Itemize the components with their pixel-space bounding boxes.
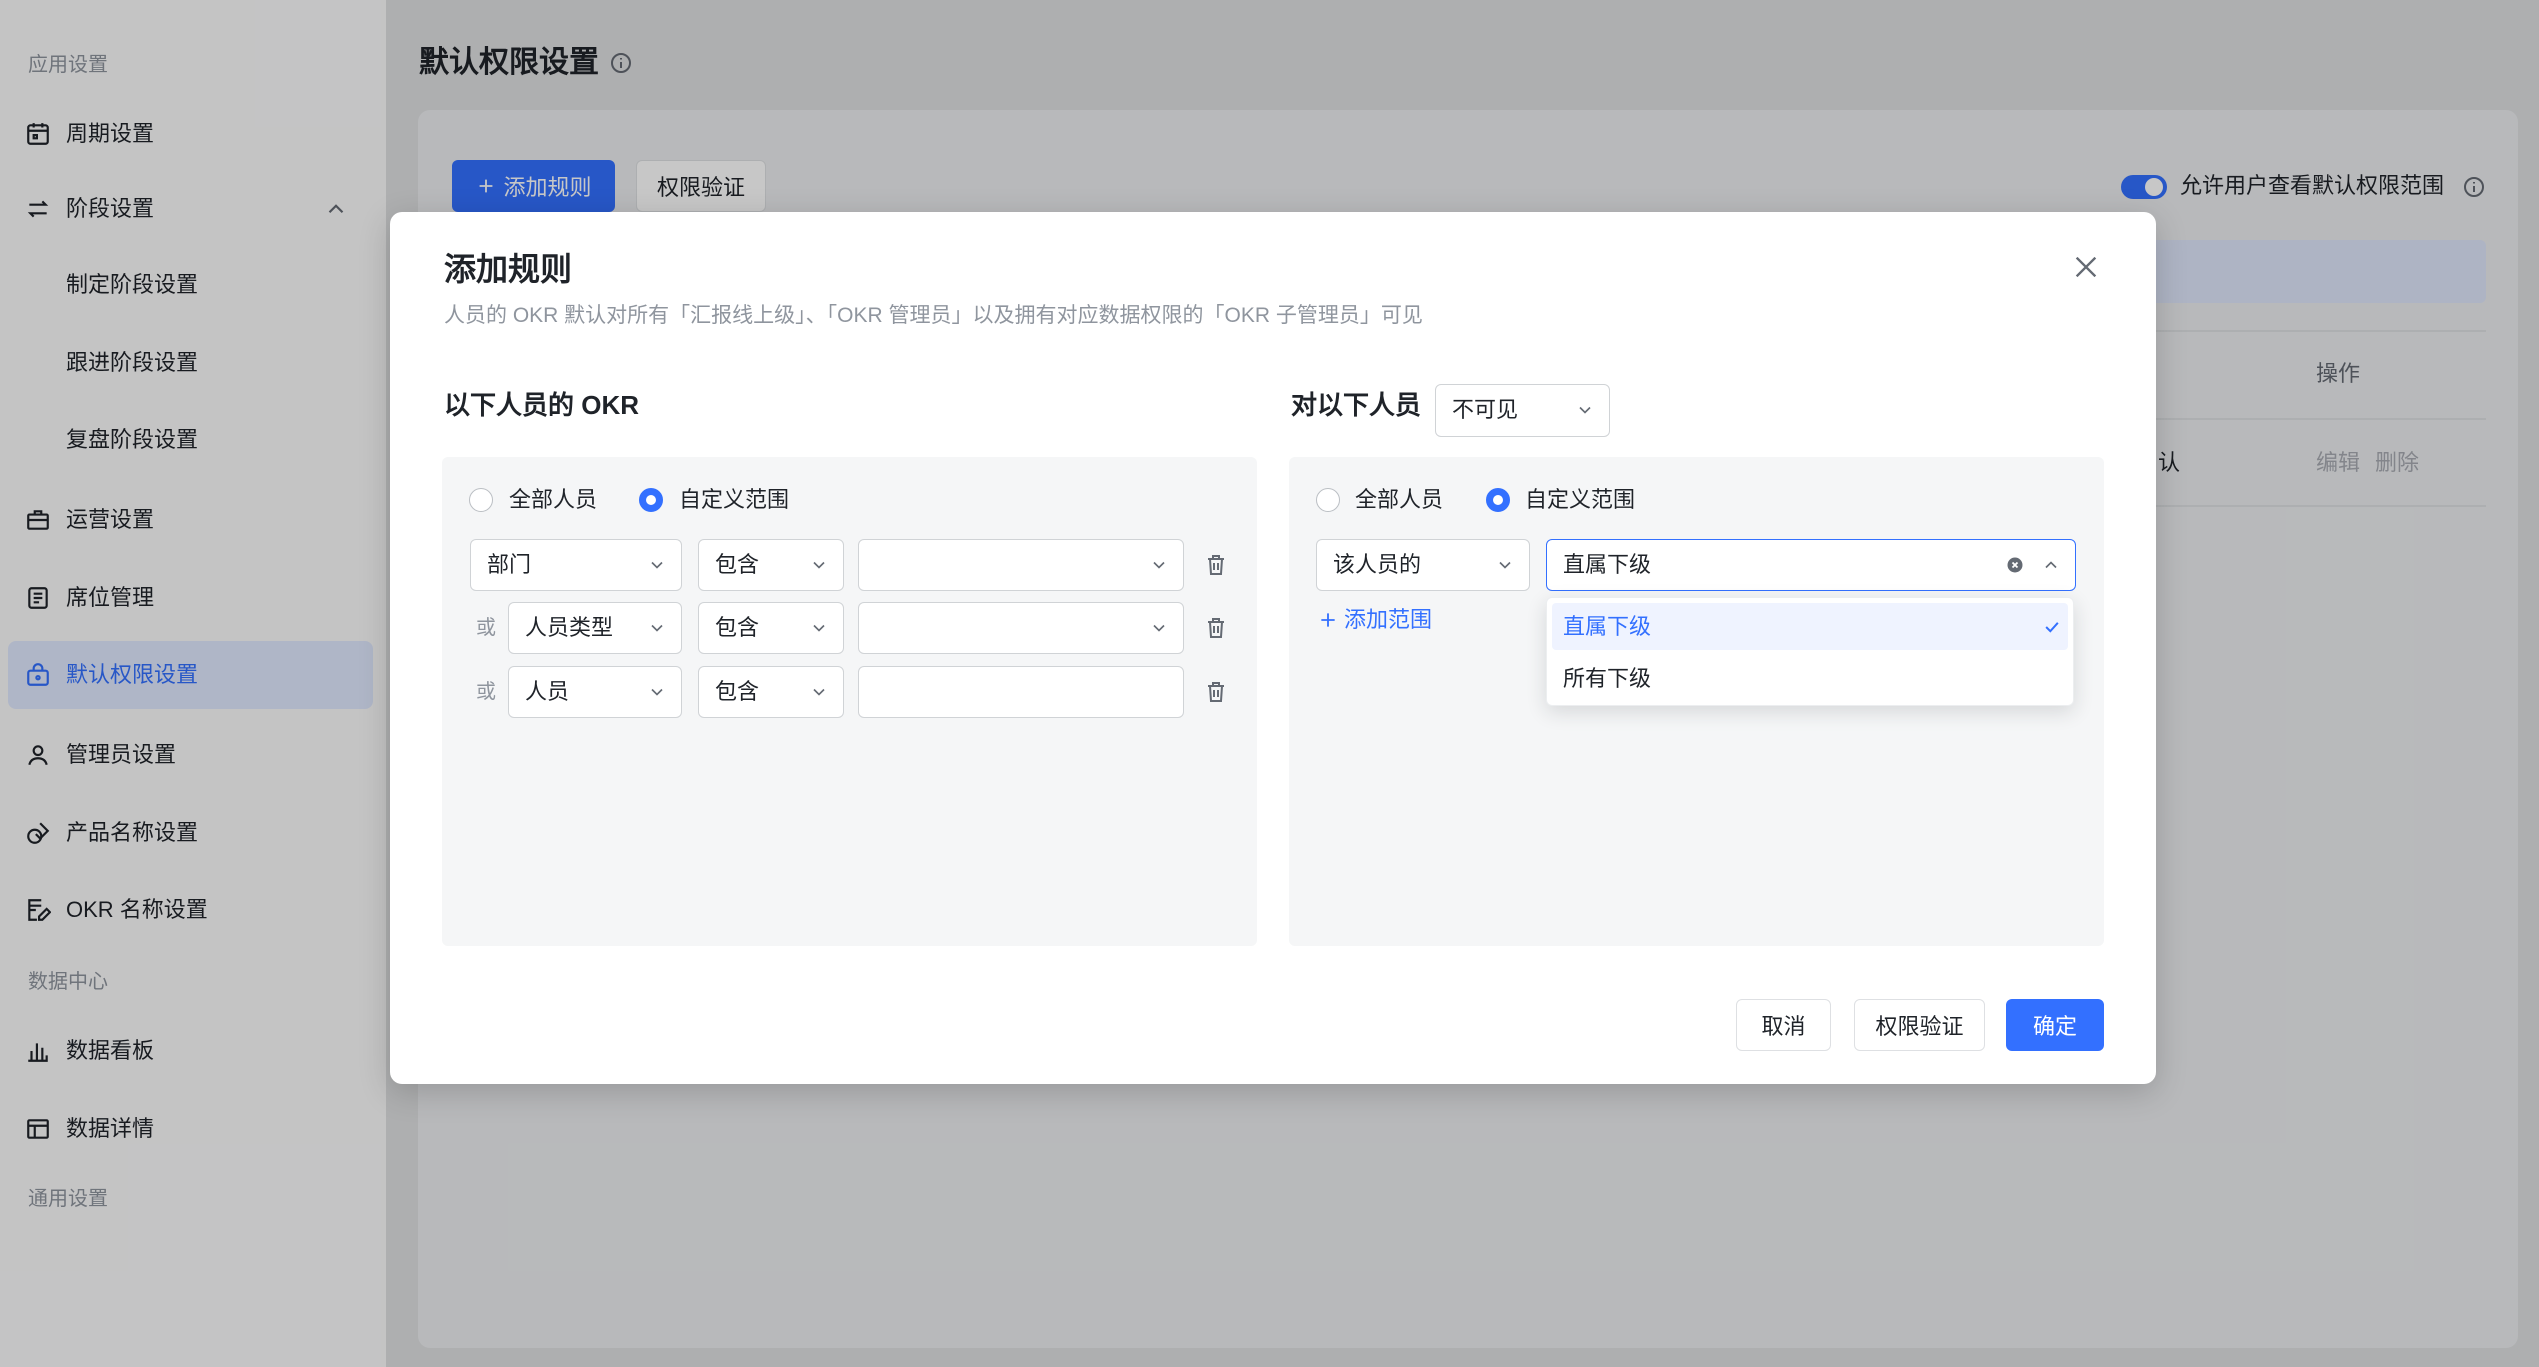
condition-connector: 或 <box>476 681 496 703</box>
chevron-down-icon <box>647 555 667 575</box>
condition-operator-value: 包含 <box>715 679 760 704</box>
chevron-down-icon <box>809 555 829 575</box>
add-scope-link[interactable]: 添加范围 <box>1318 604 1432 636</box>
condition-field-value: 部门 <box>487 552 532 577</box>
scope-value: 直属下级 <box>1563 552 1652 577</box>
dropdown-option-direct-reports[interactable]: 直属下级 <box>1552 603 2068 650</box>
condition-field-select[interactable]: 部门 <box>470 539 682 591</box>
check-icon <box>2042 617 2062 637</box>
close-icon[interactable] <box>2070 251 2102 283</box>
dialog-title: 添加规则 <box>444 251 573 287</box>
condition-operator-value: 包含 <box>715 615 760 640</box>
left-section-heading: 以下人员的 OKR <box>444 390 640 420</box>
chevron-down-icon <box>809 618 829 638</box>
condition-operator-select[interactable]: 包含 <box>698 539 844 591</box>
trash-icon[interactable] <box>1204 616 1228 640</box>
condition-value-select[interactable] <box>858 602 1184 654</box>
dropdown-option-label: 所有下级 <box>1563 666 1652 691</box>
condition-field-value: 人员 <box>525 679 570 704</box>
radio-all-people-label[interactable]: 全部人员 <box>1355 484 1443 516</box>
condition-operator-select[interactable]: 包含 <box>698 602 844 654</box>
dropdown-option-label: 直属下级 <box>1563 614 1652 639</box>
radio-custom-range[interactable] <box>639 488 663 512</box>
condition-field-value: 人员类型 <box>525 615 614 640</box>
scope-field-select[interactable]: 该人员的 <box>1316 539 1530 591</box>
radio-all-people-label[interactable]: 全部人员 <box>509 484 597 516</box>
right-condition-panel: 全部人员 自定义范围 该人员的 直属下级 添加范围 直属下级 所有下级 <box>1289 457 2104 946</box>
chevron-down-icon <box>647 618 667 638</box>
condition-connector: 或 <box>476 617 496 639</box>
chevron-down-icon <box>1149 618 1169 638</box>
add-scope-label: 添加范围 <box>1344 607 1433 632</box>
radio-all-people[interactable] <box>469 488 493 512</box>
chevron-down-icon <box>1575 400 1595 420</box>
chevron-down-icon <box>647 682 667 702</box>
left-condition-panel: 全部人员 自定义范围 部门 包含 或 人员类型 包含 或 人员 包含 <box>442 457 1257 946</box>
radio-custom-range-label[interactable]: 自定义范围 <box>1525 484 1635 516</box>
visibility-value: 不可见 <box>1452 397 1519 422</box>
dropdown-option-all-reports[interactable]: 所有下级 <box>1552 655 2068 702</box>
verify-permission-button[interactable]: 权限验证 <box>1854 999 1985 1051</box>
condition-operator-select[interactable]: 包含 <box>698 666 844 718</box>
visibility-select[interactable]: 不可见 <box>1435 384 1610 437</box>
cancel-button[interactable]: 取消 <box>1736 999 1831 1051</box>
trash-icon[interactable] <box>1204 680 1228 704</box>
condition-operator-value: 包含 <box>715 552 760 577</box>
radio-custom-range[interactable] <box>1486 488 1510 512</box>
chevron-up-icon[interactable] <box>2041 555 2061 575</box>
chevron-down-icon <box>809 682 829 702</box>
scope-dropdown-menu: 直属下级 所有下级 <box>1546 597 2074 706</box>
trash-icon[interactable] <box>1204 553 1228 577</box>
scope-value-select[interactable]: 直属下级 <box>1546 539 2076 591</box>
add-rule-dialog: 添加规则 人员的 OKR 默认对所有「汇报线上级」、「OKR 管理员」以及拥有对… <box>390 212 2156 1084</box>
scope-field-value: 该人员的 <box>1333 552 1422 577</box>
right-section-heading: 对以下人员 <box>1291 390 1422 420</box>
chevron-down-icon <box>1149 555 1169 575</box>
clear-icon[interactable] <box>2005 555 2025 575</box>
chevron-down-icon <box>1495 555 1515 575</box>
dialog-subtitle: 人员的 OKR 默认对所有「汇报线上级」、「OKR 管理员」以及拥有对应数据权限… <box>444 304 1423 327</box>
confirm-button[interactable]: 确定 <box>2006 999 2104 1051</box>
condition-value-select[interactable] <box>858 539 1184 591</box>
condition-person-input[interactable] <box>858 666 1184 718</box>
condition-field-select[interactable]: 人员 <box>508 666 682 718</box>
condition-field-select[interactable]: 人员类型 <box>508 602 682 654</box>
plus-icon <box>1318 610 1338 630</box>
radio-all-people[interactable] <box>1316 488 1340 512</box>
radio-custom-range-label[interactable]: 自定义范围 <box>679 484 789 516</box>
